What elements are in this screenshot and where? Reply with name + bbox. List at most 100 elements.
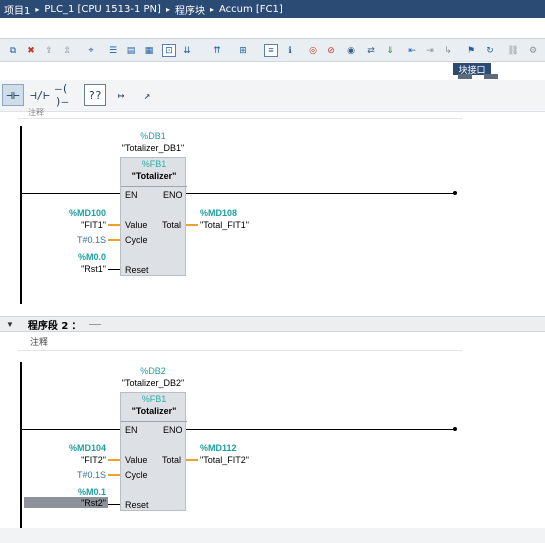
close-networks-icon[interactable]: ⇈ [210, 44, 224, 57]
network1-fb-type: "Totalizer" [131, 171, 177, 181]
favorites-icon[interactable]: ≡ [264, 44, 278, 57]
network1-pin-reset: Reset [125, 265, 149, 275]
window-icon[interactable]: ▤ [124, 44, 138, 57]
refresh-icon[interactable]: ↻ [483, 44, 497, 57]
network1-total-symbol[interactable]: "Total_FIT1" [200, 220, 249, 230]
network2-total-address[interactable]: %MD112 [200, 443, 237, 453]
toggle-status-icon[interactable]: ⚑ [464, 44, 478, 57]
network1-value-wire [108, 224, 120, 226]
network1-pin-en: EN [125, 190, 138, 200]
network1-pin-eno: ENO [163, 190, 183, 200]
breadcrumb: 项目1 ▸ PLC_1 [CPU 1513-1 PN] ▸ 程序块 ▸ Accu… [0, 0, 545, 18]
network1-reset-symbol[interactable]: "Rst1" [40, 264, 106, 274]
network1-reset-address[interactable]: %M0.0 [40, 252, 106, 262]
network1-cycle-wire [108, 239, 120, 241]
absolute-address-icon[interactable]: ⊞ [236, 44, 250, 57]
insert-network-icon[interactable]: ⧉ [6, 44, 20, 57]
breadcrumb-block[interactable]: Accum [FC1] [219, 4, 283, 15]
open-branch-button[interactable]: ↦ [110, 84, 132, 106]
collapse-triangle-icon[interactable]: ▼ [6, 320, 14, 329]
breadcrumb-separator-icon: ▸ [165, 4, 170, 14]
network2-header[interactable]: ▼ 程序段 2 ： [0, 316, 545, 332]
network2-value-address[interactable]: %MD104 [40, 443, 106, 453]
network1-reset-wire [108, 269, 120, 270]
empty-box-button[interactable]: ?? [84, 84, 106, 106]
network1-fb-box[interactable]: %FB1 "Totalizer" EN ENO Value Total Cycl… [120, 157, 187, 276]
nc-contact-button[interactable]: ⊣/⊢ [28, 84, 52, 106]
network2-power-rail [20, 362, 22, 528]
link-icon[interactable]: ⛓ [506, 44, 520, 57]
network1-comment-divider [18, 118, 462, 119]
lad-elements-toolbar: ⊣⊢ ⊣/⊢ –( )– ?? ↦ ↗ [0, 80, 545, 112]
step-over-icon[interactable]: ↳ [441, 44, 455, 57]
close-branch-button[interactable]: ↗ [136, 84, 158, 106]
comment-toggle-icon[interactable]: ⊡ [162, 44, 176, 57]
open-all-networks-icon[interactable]: ⇊ [180, 44, 194, 57]
network1-rail-end [453, 191, 457, 195]
network2-total-symbol[interactable]: "Total_FIT2" [200, 455, 249, 465]
delete-network-icon[interactable]: ✖ [24, 44, 38, 57]
network1-fb-divider [121, 186, 187, 187]
network1-pin-value: Value [125, 220, 148, 230]
network1-value-symbol[interactable]: "FIT1" [40, 220, 106, 230]
breadcrumb-program-blocks[interactable]: 程序块 [175, 2, 205, 17]
network2-cycle-constant[interactable]: T#0.1S [40, 470, 106, 480]
network2-eno-wire [186, 429, 456, 430]
breadcrumb-separator-icon: ▸ [209, 4, 214, 14]
network2-title-field[interactable] [89, 323, 102, 325]
network2-fb-divider [121, 421, 187, 422]
network1-cycle-constant[interactable]: T#0.1S [40, 235, 106, 245]
coil-button[interactable]: –( )– [55, 82, 81, 108]
network2-instance-name[interactable]: "Totalizer_DB2" [110, 378, 196, 388]
navigate-icon[interactable]: ⌖ [84, 44, 98, 57]
breadcrumb-separator-icon: ▸ [35, 4, 40, 14]
download-icon[interactable]: ⇓ [383, 44, 397, 57]
expand-interface-icon[interactable] [458, 74, 472, 79]
network1-pin-total: Total [162, 220, 182, 230]
network2-title: 程序段 2 [27, 320, 69, 332]
network1-comment-fragment: 注释 [28, 108, 44, 117]
network2-value-symbol[interactable]: "FIT2" [40, 455, 106, 465]
list-icon[interactable]: ☰ [106, 44, 120, 57]
compare-icon[interactable]: ⇄ [364, 44, 378, 57]
network1-eno-wire [186, 193, 456, 194]
network2-reset-address[interactable]: %M0.1 [40, 487, 106, 497]
collapse-interface-icon[interactable] [484, 74, 498, 79]
network1-en-wire [20, 193, 120, 194]
network1-pin-cycle: Cycle [125, 235, 148, 245]
network2-comment[interactable]: 注释 [30, 335, 48, 348]
network1-total-address[interactable]: %MD108 [200, 208, 237, 218]
network2-cycle-wire [108, 474, 120, 476]
breadcrumb-plc[interactable]: PLC_1 [CPU 1513-1 PN] [44, 4, 161, 15]
network2-total-wire [186, 459, 198, 461]
breadcrumb-project[interactable]: 项目1 [4, 2, 30, 17]
step-icon[interactable]: ⇥ [423, 44, 437, 57]
network2-fb-header: %FB1 "Totalizer" [121, 393, 187, 421]
network2-pin-value: Value [125, 455, 148, 465]
network1-instance-name[interactable]: "Totalizer_DB1" [110, 143, 196, 153]
network2-fb-address: %FB1 [141, 394, 167, 404]
settings-icon[interactable]: ⚙ [526, 44, 540, 57]
network1-value-address[interactable]: %MD100 [40, 208, 106, 218]
network1-total-wire [186, 224, 198, 226]
network1-fb-address: %FB1 [141, 159, 167, 169]
network2-reset-symbol[interactable]: "Rst2" [40, 498, 106, 508]
interface-icon[interactable]: ▦ [142, 44, 156, 57]
insert-row-icon[interactable]: ⇪ [42, 44, 56, 57]
append-row-icon[interactable]: ⇫ [60, 44, 74, 57]
network2-fb-box[interactable]: %FB1 "Totalizer" EN ENO Value Total Cycl… [120, 392, 187, 511]
breakpoint-icon[interactable]: ◎ [306, 44, 320, 57]
go-to-error-icon[interactable]: ⊘ [324, 44, 338, 57]
network2-pin-reset: Reset [125, 500, 149, 510]
monitor-icon[interactable]: ◉ [344, 44, 358, 57]
network2-value-wire [108, 459, 120, 461]
network2-rail-end [453, 427, 457, 431]
no-contact-button[interactable]: ⊣⊢ [2, 84, 24, 106]
first-error-icon[interactable]: ⇤ [405, 44, 419, 57]
network2-fb-type: "Totalizer" [131, 406, 177, 416]
network2-reset-wire [108, 504, 120, 505]
network2-comment-divider [18, 350, 462, 351]
editor-bottom-strip [0, 528, 545, 543]
tag-info-icon[interactable]: ℹ [283, 44, 297, 57]
network1-power-rail [20, 126, 22, 304]
